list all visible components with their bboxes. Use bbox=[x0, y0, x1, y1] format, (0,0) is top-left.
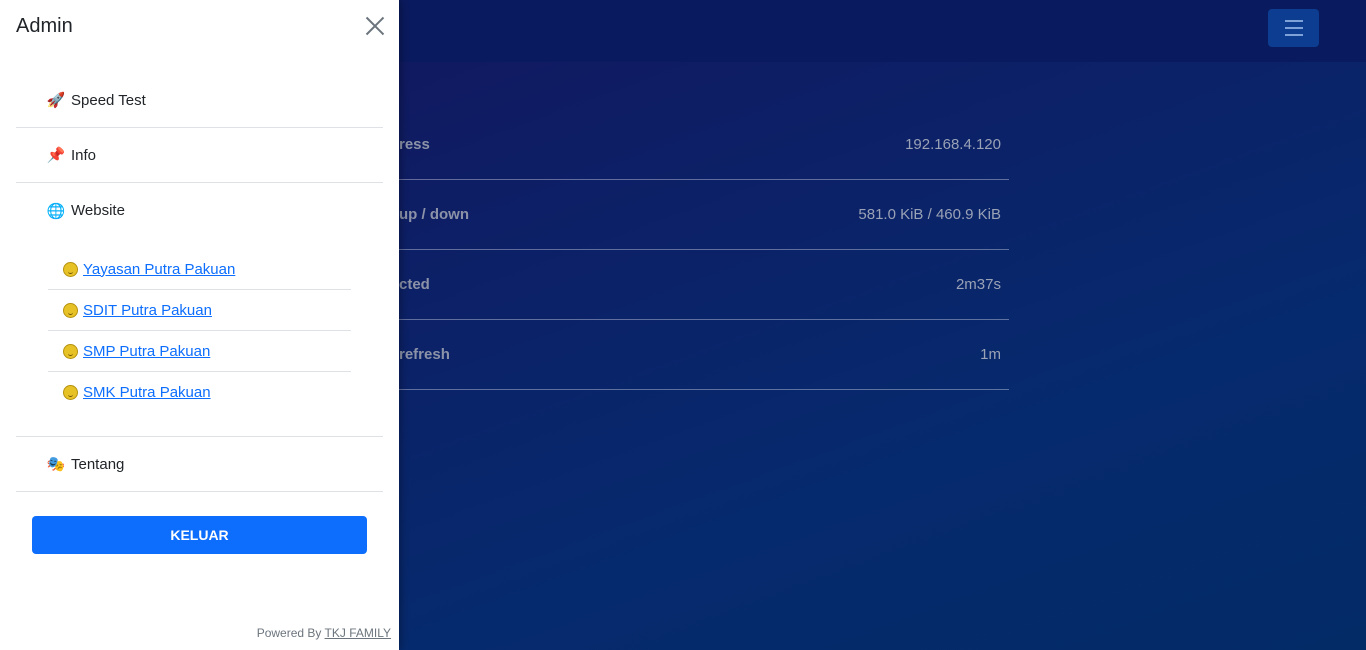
stat-row: ress 192.168.4.120 bbox=[399, 110, 1009, 180]
pushpin-icon: 📌 bbox=[46, 147, 66, 164]
menu-toggle-button[interactable] bbox=[1268, 9, 1319, 47]
menu-item-website[interactable]: 🌐 Website bbox=[16, 183, 383, 238]
menu-item-label: Tentang bbox=[71, 455, 125, 473]
list-item: SMP Putra Pakuan bbox=[48, 331, 351, 372]
stat-label: ress bbox=[399, 136, 430, 153]
stat-label: refresh bbox=[399, 346, 450, 363]
stat-value: 192.168.4.120 bbox=[905, 136, 1001, 153]
menu-item-label: Website bbox=[71, 202, 125, 219]
list-item: SMK Putra Pakuan bbox=[48, 372, 351, 413]
footer-link[interactable]: TKJ FAMILY bbox=[325, 626, 391, 640]
website-submenu: Yayasan Putra Pakuan SDIT Putra Pakuan S… bbox=[48, 249, 351, 413]
stat-value: 1m bbox=[980, 346, 1001, 363]
menu-item-speed-test[interactable]: 🚀 Speed Test bbox=[16, 73, 383, 128]
menu-item-label: Info bbox=[71, 146, 97, 164]
footer: Powered By TKJ FAMILY bbox=[257, 626, 391, 640]
website-link-smk[interactable]: SMK Putra Pakuan bbox=[83, 384, 211, 401]
website-link-smp[interactable]: SMP Putra Pakuan bbox=[83, 343, 210, 360]
close-icon[interactable] bbox=[362, 13, 388, 39]
smiley-icon bbox=[63, 343, 78, 359]
hamburger-line-icon bbox=[1284, 27, 1303, 29]
list-item: SDIT Putra Pakuan bbox=[48, 290, 351, 331]
logout-button[interactable]: KELUAR bbox=[32, 516, 367, 554]
list-item: Yayasan Putra Pakuan bbox=[48, 249, 351, 290]
stat-value: 581.0 KiB / 460.9 KiB bbox=[858, 206, 1001, 223]
smiley-icon bbox=[63, 261, 78, 277]
globe-icon: 🌐 bbox=[46, 202, 66, 220]
drawer-title: Admin bbox=[16, 15, 73, 37]
stat-label: cted bbox=[399, 276, 430, 293]
theater-masks-icon: 🎭 bbox=[46, 456, 66, 473]
menu-item-info[interactable]: 📌 Info bbox=[16, 128, 383, 183]
smiley-icon bbox=[63, 385, 78, 400]
stats-table: ress 192.168.4.120 up / down 581.0 KiB /… bbox=[399, 110, 1009, 390]
website-link-yayasan[interactable]: Yayasan Putra Pakuan bbox=[83, 261, 235, 278]
offcanvas-drawer: Admin 🚀 Speed Test 📌 Info 🌐 Website Yaya… bbox=[0, 0, 399, 650]
stat-row: refresh 1m bbox=[399, 320, 1009, 390]
drawer-menu: 🚀 Speed Test 📌 Info 🌐 Website bbox=[16, 73, 383, 238]
website-link-sdit[interactable]: SDIT Putra Pakuan bbox=[83, 302, 212, 319]
footer-prefix: Powered By bbox=[256, 626, 322, 640]
hamburger-line-icon bbox=[1284, 20, 1303, 22]
menu-item-label: Speed Test bbox=[71, 91, 146, 109]
rocket-icon: 🚀 bbox=[46, 92, 66, 109]
menu-item-tentang[interactable]: 🎭 Tentang bbox=[16, 437, 383, 492]
stat-row: cted 2m37s bbox=[399, 250, 1009, 320]
stat-row: up / down 581.0 KiB / 460.9 KiB bbox=[399, 180, 1009, 250]
stat-value: 2m37s bbox=[955, 276, 1001, 293]
stat-label: up / down bbox=[399, 206, 469, 223]
hamburger-line-icon bbox=[1284, 34, 1303, 36]
smiley-icon bbox=[63, 302, 78, 318]
